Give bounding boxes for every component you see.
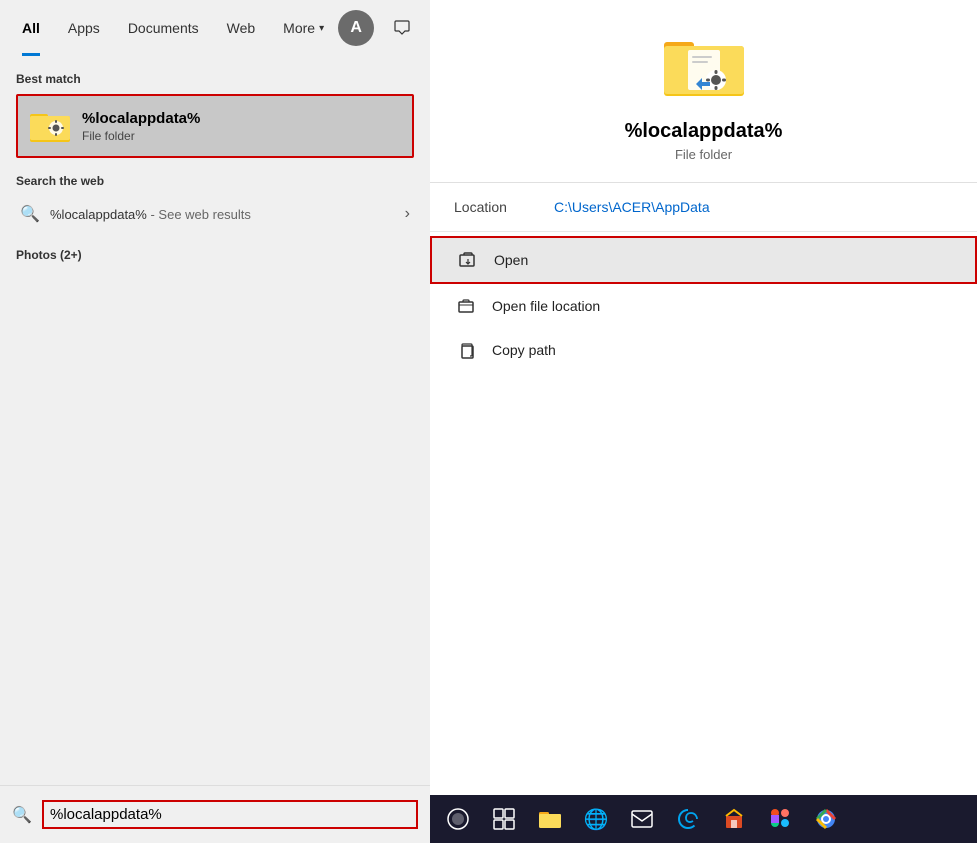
search-web-query: %localappdata% - See web results [50, 207, 405, 222]
tab-apps[interactable]: Apps [54, 0, 114, 56]
best-match-item[interactable]: %localappdata% File folder [16, 94, 414, 158]
search-web-item[interactable]: 🔍 %localappdata% - See web results › [16, 196, 414, 232]
photos-section: Photos (2+) [16, 248, 414, 262]
best-match-info: %localappdata% File folder [82, 110, 200, 143]
best-match-label: Best match [16, 72, 414, 86]
open-file-location-icon [454, 294, 478, 318]
avatar-letter: A [350, 19, 362, 37]
folder-with-gear-icon [30, 106, 70, 146]
tab-web[interactable]: Web [213, 0, 270, 56]
action-list: Open Open file location Copy path [430, 232, 977, 376]
open-button[interactable]: Open [430, 236, 977, 284]
taskbar-search-icon[interactable] [438, 799, 478, 839]
copy-path-label: Copy path [492, 342, 556, 358]
tab-more[interactable]: More ▾ [269, 0, 338, 56]
search-web-section: Search the web 🔍 %localappdata% - See we… [16, 174, 414, 232]
open-icon [456, 248, 480, 272]
feedback-button[interactable] [382, 8, 422, 48]
search-panel: All Apps Documents Web More ▾ A ··· ✕ [0, 0, 430, 843]
tab-more-label: More [283, 20, 315, 36]
detail-panel: %localappdata% File folder Location C:\U… [430, 0, 977, 843]
taskbar-taskview-icon[interactable] [484, 799, 524, 839]
copy-path-icon [454, 338, 478, 362]
taskbar-mail-icon[interactable] [622, 799, 662, 839]
taskbar-figma-icon[interactable] [760, 799, 800, 839]
avatar-button[interactable]: A [338, 10, 374, 46]
detail-title: %localappdata% [625, 120, 783, 143]
open-file-location-label: Open file location [492, 298, 600, 314]
taskbar-edge-icon[interactable] [668, 799, 708, 839]
detail-header: %localappdata% File folder [430, 0, 977, 183]
photos-label: Photos (2+) [16, 248, 414, 262]
search-results-area: Best match %localappdata% File folder [0, 56, 430, 785]
open-label: Open [494, 252, 528, 268]
search-icon: 🔍 [20, 204, 40, 224]
tab-all[interactable]: All [8, 0, 54, 56]
feedback-icon [394, 20, 410, 36]
best-match-title: %localappdata% [82, 110, 200, 127]
tab-documents[interactable]: Documents [114, 0, 213, 56]
tabs-row: All Apps Documents Web More ▾ A ··· ✕ [0, 0, 430, 56]
taskbar-store-icon[interactable] [714, 799, 754, 839]
search-input[interactable] [42, 800, 418, 829]
chevron-down-icon: ▾ [319, 23, 324, 34]
open-file-location-button[interactable]: Open file location [430, 284, 977, 328]
search-web-label: Search the web [16, 174, 414, 188]
best-match-subtitle: File folder [82, 129, 200, 143]
taskbar-chrome-icon[interactable] [806, 799, 846, 839]
taskbar-browser-icon[interactable]: 🌐 [576, 799, 616, 839]
see-web-results-text: - See web results [150, 207, 250, 222]
copy-path-button[interactable]: Copy path [430, 328, 977, 372]
search-icon-small: 🔍 [12, 805, 32, 825]
location-label: Location [454, 199, 554, 215]
location-link[interactable]: C:\Users\ACER\AppData [554, 199, 710, 215]
taskbar: 🌐 [430, 795, 977, 843]
search-box-container: 🔍 [0, 785, 430, 843]
chevron-right-icon: › [405, 205, 410, 223]
detail-subtitle: File folder [675, 147, 732, 162]
taskbar-fileexplorer-icon[interactable] [530, 799, 570, 839]
location-row: Location C:\Users\ACER\AppData [430, 183, 977, 232]
detail-folder-icon [664, 32, 744, 104]
